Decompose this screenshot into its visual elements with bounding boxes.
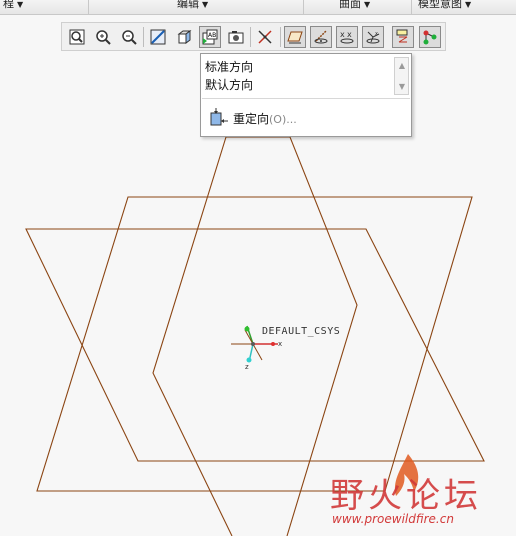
display-style-icon xyxy=(150,29,166,45)
watermark-url: www.proewildfire.cn xyxy=(332,512,454,526)
view-toolbar: AB xx x xyxy=(61,22,446,51)
zoom-in-icon xyxy=(96,30,111,45)
saved-views-dropdown: 标准方向 默认方向 ▲ ▼ 重定向(O)... xyxy=(200,53,412,137)
view-standard-orientation[interactable]: 标准方向 xyxy=(205,59,253,75)
annotation-display-icon xyxy=(396,29,408,43)
appearance-icon xyxy=(423,30,437,45)
scroll-up-icon[interactable]: ▲ xyxy=(397,61,407,71)
zoom-in-button[interactable] xyxy=(92,26,114,48)
datum-plane-display-button[interactable] xyxy=(284,26,306,48)
point-display-icon: xx xyxy=(340,30,354,44)
point-display-button[interactable]: xx xyxy=(336,26,358,48)
svg-text:x: x xyxy=(375,31,378,37)
csys-label: DEFAULT_CSYS xyxy=(262,326,341,337)
svg-text:x: x xyxy=(347,30,352,39)
view-orientation-icon xyxy=(177,30,192,44)
view-list-scrollbar[interactable]: ▲ ▼ xyxy=(394,57,409,95)
csys-display-icon: x xyxy=(366,31,380,44)
appearance-button[interactable] xyxy=(419,26,441,48)
dropdown-divider xyxy=(202,98,410,99)
zoom-out-button[interactable] xyxy=(118,26,140,48)
annotation-display-button[interactable] xyxy=(392,26,414,48)
toolbar-divider xyxy=(280,27,281,47)
reorient-icon xyxy=(210,108,228,126)
watermark-text: 野火论坛 xyxy=(330,476,482,516)
scroll-down-icon[interactable]: ▼ xyxy=(397,82,407,92)
datum-plane-display-icon xyxy=(287,31,303,44)
watermark: 野火论坛 www.proewildfire.cn xyxy=(330,452,516,532)
spin-center-button[interactable] xyxy=(254,26,276,48)
reorient-label: 重定向 xyxy=(233,112,270,126)
svg-text:AB: AB xyxy=(208,32,216,39)
csys-display-button[interactable]: x xyxy=(362,26,384,48)
view-manager-icon xyxy=(228,31,244,44)
datum-axis-display-icon xyxy=(314,30,328,44)
saved-views-button[interactable]: AB xyxy=(199,26,221,48)
view-orientation-button[interactable] xyxy=(173,26,195,48)
zoom-out-icon xyxy=(122,30,137,45)
datum-plane-front[interactable] xyxy=(25,228,485,462)
refit-button[interactable] xyxy=(66,26,88,48)
datum-axis-display-button[interactable] xyxy=(310,26,332,48)
display-style-button[interactable] xyxy=(147,26,169,48)
toolbar-divider xyxy=(250,27,251,47)
axis-x-label: x xyxy=(278,340,283,348)
reorient-hint: (O)... xyxy=(269,113,297,126)
refit-icon xyxy=(69,29,85,45)
toolbar-divider xyxy=(143,27,144,47)
axis-z-label: z xyxy=(245,363,249,371)
saved-views-icon: AB xyxy=(202,29,218,45)
spin-center-icon xyxy=(258,30,272,44)
view-default-orientation[interactable]: 默认方向 xyxy=(205,77,253,93)
view-manager-button[interactable] xyxy=(225,26,247,48)
svg-text:x: x xyxy=(340,30,345,39)
